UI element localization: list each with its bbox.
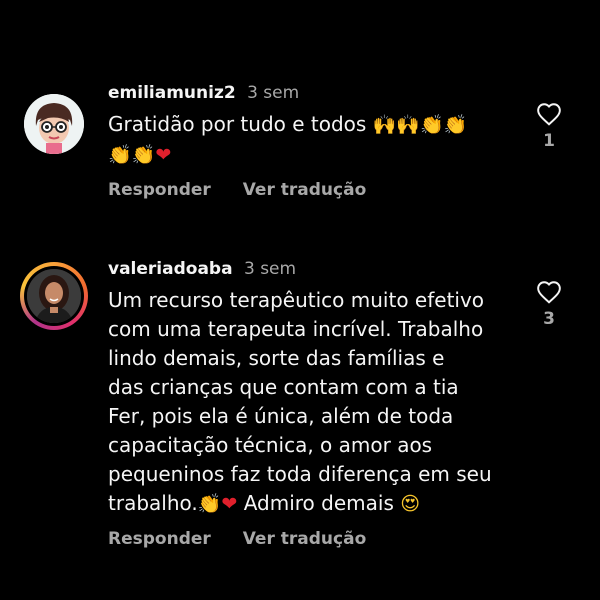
- comment-text-line: capacitação técnica, o amor aos: [108, 433, 433, 457]
- clapping-hands-icon: 👏: [108, 144, 132, 166]
- comment-text-line: pequeninos faz toda diferença em seu: [108, 462, 492, 486]
- see-translation-button[interactable]: Ver tradução: [243, 180, 367, 200]
- clapping-hands-icon: 👏: [131, 144, 156, 166]
- reply-button[interactable]: Responder: [108, 529, 211, 549]
- heart-eyes-emoji-icon: 😍: [400, 493, 421, 515]
- like-control: 1: [532, 102, 566, 150]
- username[interactable]: emiliamuniz2: [108, 83, 236, 103]
- comment-text-tail: Admiro demais: [243, 491, 394, 515]
- heart-outline-icon[interactable]: [536, 102, 562, 126]
- comment-text-line: das crianças que contam com a tia: [108, 375, 459, 399]
- timestamp: 3 sem: [243, 259, 297, 279]
- timestamp: 3 sem: [247, 83, 300, 103]
- comment-text-line: com uma terapeuta incrível. Trabalho: [108, 317, 484, 341]
- raising-hands-icon: 🙌: [396, 114, 421, 136]
- comment-body: emiliamuniz2 3 sem Gratidão por tudo e t…: [108, 82, 520, 200]
- comment-actions: Responder Ver tradução: [108, 529, 520, 549]
- comment-text: Um recurso terapêutico muito efetivo com…: [108, 286, 520, 519]
- avatar[interactable]: [20, 262, 88, 330]
- comment-body: valeriadoaba 3 sem Um recurso terapêutic…: [108, 258, 520, 549]
- like-count: 1: [543, 131, 555, 151]
- comment-text-line: lindo demais, sorte das famílias e: [108, 346, 445, 370]
- comment-text-line: Um recurso terapêutico muito efetivo: [108, 288, 485, 312]
- comment-text-line: Gratidão por tudo e todos: [108, 112, 367, 136]
- username[interactable]: valeriadoaba: [108, 259, 233, 279]
- raising-hands-icon: 🙌: [372, 114, 397, 136]
- comment-text: Gratidão por tudo e todos 🙌🙌👏👏 👏👏❤: [108, 110, 520, 170]
- like-control: 3: [532, 280, 566, 328]
- comment-actions: Responder Ver tradução: [108, 180, 520, 200]
- red-heart-icon: ❤: [155, 144, 172, 166]
- see-translation-button[interactable]: Ver tradução: [243, 529, 367, 549]
- heart-outline-icon[interactable]: [536, 280, 562, 304]
- cartoon-avatar-icon: [24, 94, 84, 154]
- clapping-hands-icon: 👏: [197, 493, 222, 515]
- clapping-hands-icon: 👏: [420, 114, 444, 136]
- like-count: 3: [543, 309, 555, 329]
- comment-text-line: Fer, pois ela é única, além de toda: [108, 404, 454, 428]
- story-ring: [20, 262, 88, 330]
- comment-meta: valeriadoaba 3 sem: [108, 258, 520, 280]
- avatar[interactable]: [22, 92, 86, 156]
- red-heart-icon: ❤: [221, 493, 238, 515]
- reply-button[interactable]: Responder: [108, 180, 211, 200]
- clapping-hands-icon: 👏: [443, 114, 468, 136]
- comment-meta: emiliamuniz2 3 sem: [108, 82, 520, 104]
- profile-photo-icon: [27, 269, 81, 323]
- comment-text-line: trabalho.: [108, 491, 198, 515]
